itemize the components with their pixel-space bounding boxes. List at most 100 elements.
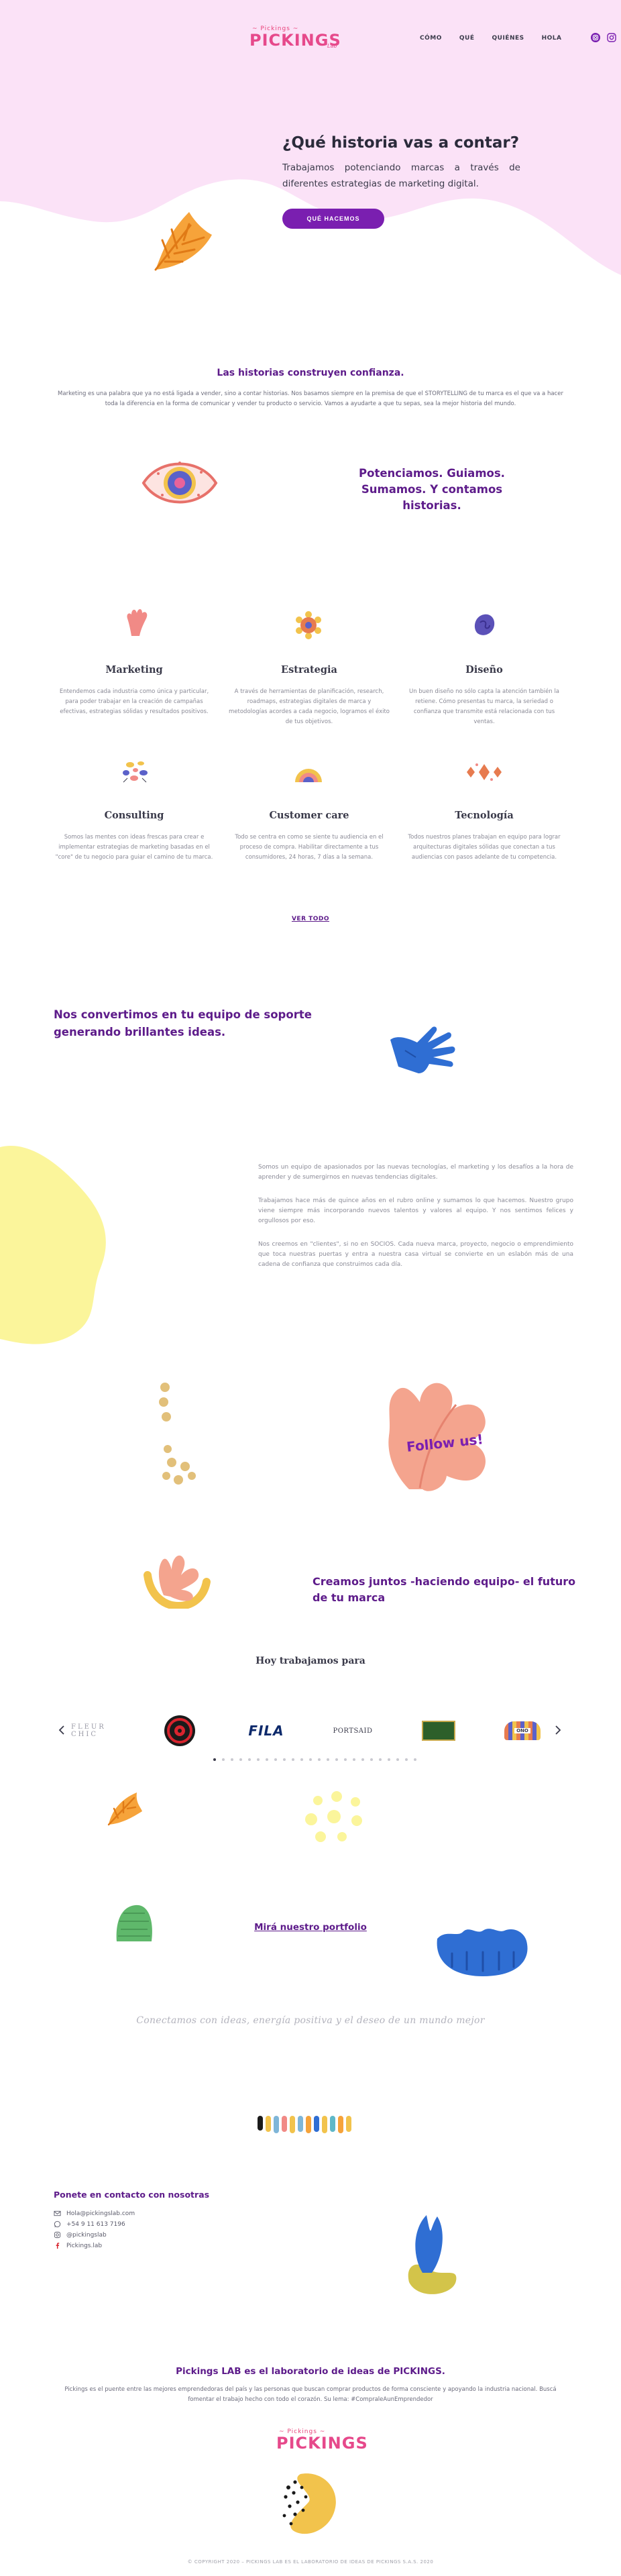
client-round-logo-icon xyxy=(164,1715,195,1746)
client-logo-fila-text: FILA xyxy=(248,1723,284,1739)
team-title: Nos convertimos en tu equipo de soporte … xyxy=(54,1008,312,1038)
carousel-dot[interactable] xyxy=(405,1758,408,1761)
whatsapp-icon xyxy=(54,2220,61,2228)
client-green-logo-shape xyxy=(422,1721,455,1741)
carousel-dot[interactable] xyxy=(239,1758,242,1761)
carousel-dot[interactable] xyxy=(222,1758,225,1761)
service-title-customer-care: Customer care xyxy=(269,810,349,821)
hero-title: ¿Qué historia vas a contar? xyxy=(282,134,520,152)
carousel-dot[interactable] xyxy=(231,1758,233,1761)
carousel-dot[interactable] xyxy=(370,1758,373,1761)
carousel-dot[interactable] xyxy=(335,1758,338,1761)
small-orange-leaf-illustration xyxy=(107,1792,142,1826)
team-paragraph-3: Nos creemos en "clientes", si no en SOCI… xyxy=(258,1241,573,1268)
contact-instagram-text: @pickingslab xyxy=(66,2231,107,2239)
stories-title: Las historias construyen confianza. xyxy=(217,368,404,378)
client-ono-logo-shape: ONO xyxy=(504,1721,541,1740)
chevron-right-icon[interactable] xyxy=(554,1725,562,1735)
nav-item-quienes[interactable]: QUIÉNES xyxy=(492,35,524,42)
orange-leaf-illustration xyxy=(154,212,212,271)
carousel-dot[interactable] xyxy=(414,1758,416,1761)
carousel-dot[interactable] xyxy=(300,1758,303,1761)
carousel-dot[interactable] xyxy=(318,1758,321,1761)
contact-email-text: Hola@pickingslab.com xyxy=(66,2210,135,2217)
carousel-dot[interactable] xyxy=(248,1758,251,1761)
team-paragraph-1: Somos un equipo de apasionados por las n… xyxy=(258,1164,573,1181)
contact-whatsapp-text: +54 9 11 613 7196 xyxy=(66,2220,125,2228)
footer-illustration xyxy=(282,2473,336,2534)
consulting-icon xyxy=(123,761,148,783)
service-title-tecnologia: Tecnología xyxy=(455,810,514,821)
carousel-dot[interactable] xyxy=(292,1758,294,1761)
stories-text: Marketing es una palabra que ya no está … xyxy=(58,390,563,407)
chevron-left-icon[interactable] xyxy=(58,1725,66,1735)
que-hacemos-button[interactable]: QUÉ HACEMOS xyxy=(282,209,384,229)
contact-instagram[interactable]: @pickingslab xyxy=(54,2231,107,2239)
client-logo-fila[interactable]: FILA xyxy=(243,1714,290,1748)
colored-sticks-decoration xyxy=(258,2116,351,2133)
mail-icon xyxy=(54,2210,61,2216)
carousel-dot[interactable] xyxy=(379,1758,382,1761)
portfolio-link[interactable]: Mirá nuestro portfolio xyxy=(210,1922,411,1933)
client-logo-ono[interactable]: ONO xyxy=(500,1714,545,1748)
tagline: Conectamos con ideas, energía positiva y… xyxy=(136,2015,485,2026)
contact-facebook-text: Pickings.lab xyxy=(66,2242,103,2249)
diseno-icon xyxy=(474,614,495,635)
carousel-dot[interactable] xyxy=(327,1758,329,1761)
service-desc-diseno: Un buen diseño no sólo capta la atención… xyxy=(408,688,560,725)
customer-care-icon xyxy=(295,769,322,782)
footer-text: Pickings es el puente entre las mejores … xyxy=(64,2386,557,2403)
instagram-icon[interactable] xyxy=(590,32,601,43)
footer-logo[interactable]: ~ Pickings ~ PICKINGS xyxy=(276,2428,368,2458)
ver-todo-link[interactable]: VER TODO xyxy=(277,916,344,922)
instagram-icon xyxy=(54,2231,61,2239)
nav-item-que[interactable]: QUÉ xyxy=(459,35,475,42)
carousel-dot[interactable] xyxy=(344,1758,347,1761)
client-logo-portsaid[interactable]: PORTSAID xyxy=(326,1714,380,1748)
copyright: © COPYRIGHT 2020 – PICKINGS LAB ES EL LA… xyxy=(187,2559,434,2565)
carousel-dot[interactable] xyxy=(257,1758,260,1761)
contact-title: Ponete en contacto con nosotras xyxy=(54,2190,210,2200)
service-title-diseno: Diseño xyxy=(465,664,503,676)
footer-logo-wordmark: PICKINGS xyxy=(276,2434,368,2453)
estrategia-icon xyxy=(296,611,321,639)
service-title-consulting: Consulting xyxy=(104,810,164,821)
carousel-dot[interactable] xyxy=(283,1758,286,1761)
hero-subtitle: Trabajamos potenciando marcas a través d… xyxy=(282,162,520,189)
follow-us-leaf-illustration[interactable]: Follow us! xyxy=(382,1375,496,1496)
contact-email[interactable]: Hola@pickingslab.com xyxy=(54,2210,135,2217)
eye-illustration xyxy=(142,462,218,504)
service-desc-tecnologia: Todos nuestros planes trabajan en equipo… xyxy=(408,834,561,861)
service-title-marketing: Marketing xyxy=(105,664,163,676)
carousel-dot[interactable] xyxy=(361,1758,364,1761)
main-nav: CÓMO QUÉ QUIÉNES HOLA xyxy=(420,35,562,42)
carousel-dot[interactable] xyxy=(388,1758,390,1761)
brand-logo[interactable]: ~ Pickings ~ PICKINGS Lab xyxy=(249,25,341,55)
carousel-dot[interactable] xyxy=(396,1758,399,1761)
carousel-dot[interactable] xyxy=(213,1758,216,1761)
carousel-dot[interactable] xyxy=(353,1758,355,1761)
carousel-dot[interactable] xyxy=(309,1758,312,1761)
service-desc-marketing: Entendemos cada industria como única y p… xyxy=(59,688,209,715)
coral-flower-illustration xyxy=(144,1555,211,1609)
contact-facebook[interactable]: Pickings.lab xyxy=(54,2242,102,2249)
dots-decoration xyxy=(159,1383,196,1485)
carousel-dot[interactable] xyxy=(266,1758,268,1761)
client-logo-round[interactable] xyxy=(158,1714,201,1748)
client-logo-green[interactable] xyxy=(420,1714,457,1748)
nav-item-como[interactable]: CÓMO xyxy=(420,35,442,42)
carousel-dot[interactable] xyxy=(274,1758,277,1761)
instagram-icon[interactable] xyxy=(606,32,617,43)
yellow-dots-decoration xyxy=(305,1791,362,1842)
blue-glove-illustration xyxy=(390,1026,455,1073)
client-logo-fleur-chic-text: FLEUR CHIC xyxy=(71,1723,106,1738)
client-logo-fleur-chic[interactable]: FLEUR CHIC xyxy=(71,1714,125,1748)
clients-title: Hoy trabajamos para xyxy=(256,1656,365,1666)
service-desc-consulting: Somos las mentes con ideas frescas para … xyxy=(55,834,213,861)
nav-item-hola[interactable]: HOLA xyxy=(542,35,562,42)
client-logo-ono-text: ONO xyxy=(514,1728,530,1733)
blue-yellow-plant-illustration xyxy=(408,2215,457,2294)
service-desc-customer-care: Todo se centra en como se siente tu audi… xyxy=(235,834,384,861)
contact-whatsapp[interactable]: +54 9 11 613 7196 xyxy=(54,2220,125,2228)
blue-shape-illustration xyxy=(437,1929,528,1976)
